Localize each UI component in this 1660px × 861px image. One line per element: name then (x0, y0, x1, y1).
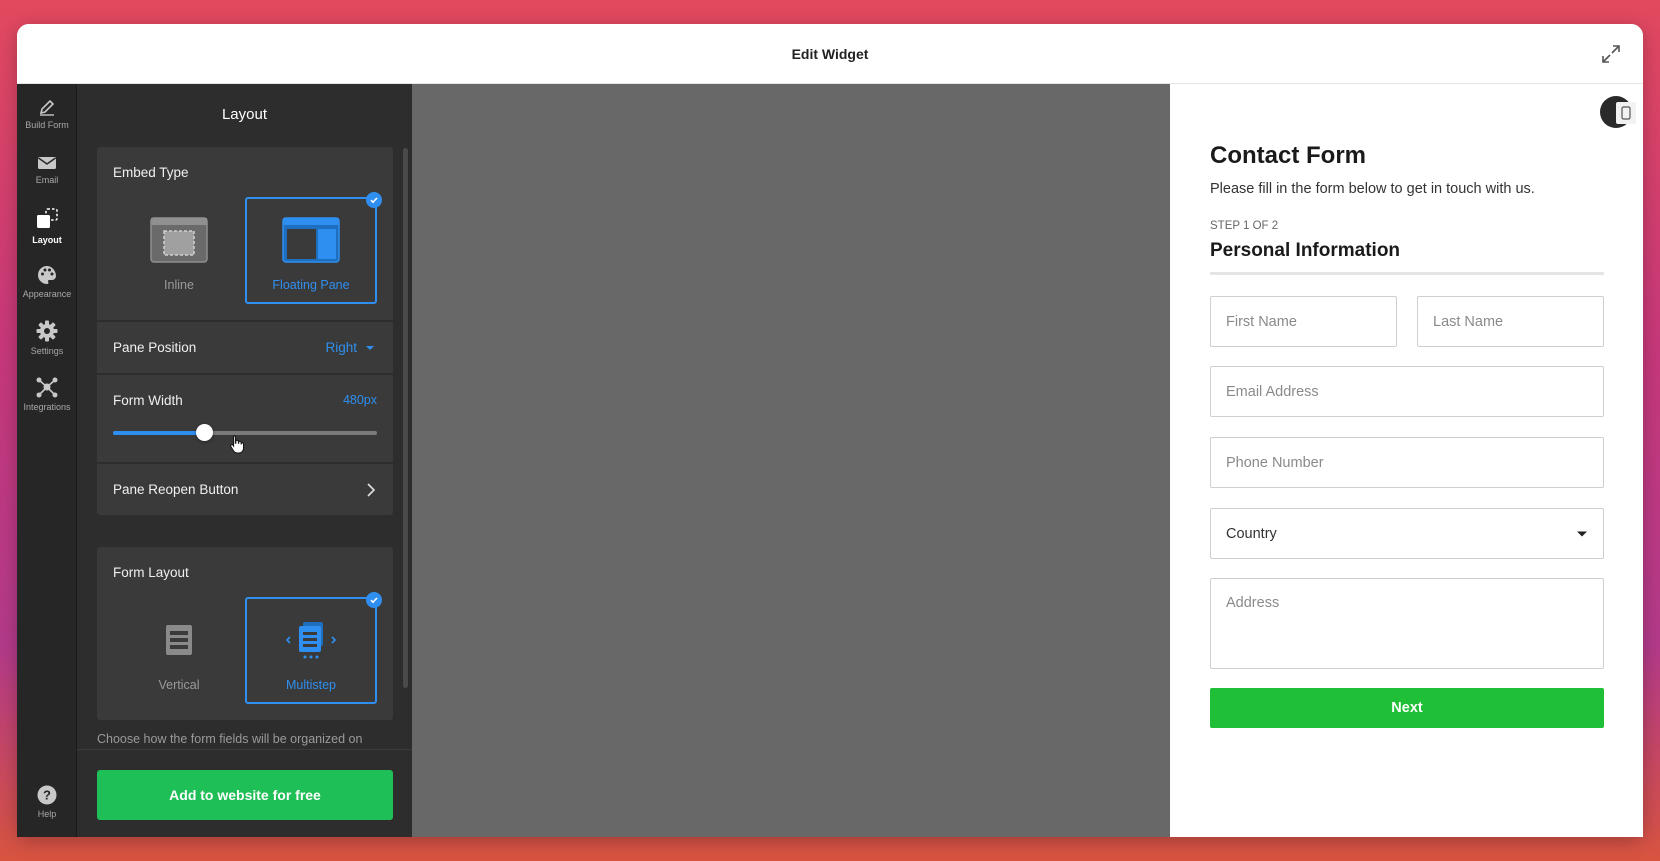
layout-option-multistep[interactable]: Multistep (245, 592, 382, 704)
pane-reopen-label: Pane Reopen Button (113, 482, 239, 497)
sidebar-item-label: Build Form (25, 120, 69, 130)
option-label: Multistep (285, 678, 337, 692)
expand-icon[interactable] (1599, 42, 1623, 66)
layout-icon (37, 208, 58, 228)
form-width-label: Form Width (113, 393, 183, 408)
integrations-icon (36, 377, 58, 398)
email-input[interactable] (1210, 366, 1604, 417)
window-title: Edit Widget (791, 45, 869, 62)
option-label: Inline (164, 278, 194, 292)
last-name-input[interactable] (1417, 296, 1604, 347)
add-to-website-button[interactable]: Add to website for free (97, 770, 393, 820)
step-indicator: STEP 1 OF 2 (1210, 220, 1279, 232)
sidebar-item-label: Appearance (22, 289, 72, 299)
form-width-row: Form Width 480px (97, 374, 393, 462)
caret-down-icon (1577, 531, 1587, 536)
slider-fill (113, 431, 204, 435)
embed-type-card: Embed Type Inline Floating Pane Pane Pos… (97, 147, 393, 515)
pane-reopen-row[interactable]: Pane Reopen Button (97, 463, 393, 515)
sidebar-item-integrations[interactable]: Integrations (17, 366, 77, 422)
title-bar: Edit Widget (17, 24, 1643, 84)
pencil-icon (39, 99, 55, 116)
panel-footer: Add to website for free (77, 749, 412, 837)
caret-down-icon (366, 345, 374, 350)
help-icon: ? (37, 785, 57, 805)
step-progress-bar (1210, 272, 1604, 275)
sidebar-item-build-form[interactable]: Build Form (17, 86, 77, 142)
sidebar-item-label: Integrations (23, 402, 71, 412)
pane-position-row[interactable]: Pane Position Right (97, 321, 393, 373)
sidebar-rail: Build Form Email Layout Appearance Setti… (17, 84, 77, 837)
sidebar-item-label: Email (35, 175, 59, 185)
pane-position-value: Right (325, 340, 357, 355)
sidebar-item-settings[interactable]: Settings (17, 310, 77, 366)
svg-text:?: ? (43, 788, 51, 803)
country-select[interactable]: Country (1210, 508, 1604, 559)
panel-scrollbar[interactable] (403, 148, 408, 688)
form-width-value: 480px (342, 393, 377, 407)
sidebar-item-appearance[interactable]: Appearance (17, 254, 77, 310)
selected-check-icon (366, 592, 382, 608)
form-layout-hint: Choose how the form fields will be organ… (97, 732, 363, 746)
mobile-device-icon (1616, 102, 1636, 124)
slider-thumb[interactable] (196, 424, 213, 441)
form-layout-card: Form Layout Vertical Multistep (97, 547, 393, 720)
palette-icon (38, 266, 56, 284)
floating-pane-icon (282, 217, 340, 263)
layout-panel: Layout Embed Type Inline Floating Pane P… (77, 84, 412, 837)
sidebar-item-label: Layout (32, 235, 62, 245)
layout-option-vertical[interactable]: Vertical (113, 597, 245, 704)
hand-cursor-icon (230, 435, 244, 454)
option-label: Vertical (158, 678, 200, 692)
pane-position-label: Pane Position (113, 340, 197, 355)
embed-option-floating-pane[interactable]: Floating Pane (245, 192, 382, 304)
sidebar-item-email[interactable]: Email (17, 142, 77, 198)
inline-embed-icon (150, 217, 208, 263)
sidebar-item-label: Settings (30, 346, 64, 356)
selected-check-icon (366, 192, 382, 208)
multistep-layout-icon (285, 622, 337, 659)
address-textarea[interactable] (1210, 578, 1604, 669)
preview-backdrop (412, 84, 1170, 837)
pane-position-select[interactable]: Right (325, 340, 377, 355)
form-title: Contact Form (1210, 142, 1366, 169)
chevron-right-icon (367, 482, 376, 497)
next-button[interactable]: Next (1210, 688, 1604, 728)
form-layout-label: Form Layout (113, 565, 189, 580)
section-title: Personal Information (1210, 240, 1401, 261)
phone-input[interactable] (1210, 437, 1604, 488)
sidebar-item-help[interactable]: ? Help (17, 774, 77, 830)
embed-option-inline[interactable]: Inline (113, 197, 245, 304)
form-subtitle: Please fill in the form below to get in … (1210, 181, 1535, 197)
first-name-input[interactable] (1210, 296, 1397, 347)
form-width-slider[interactable] (113, 424, 377, 441)
envelope-icon (38, 157, 56, 169)
sidebar-item-layout[interactable]: Layout (17, 198, 77, 254)
panel-title: Layout (221, 106, 268, 123)
sidebar-item-label: Help (37, 809, 57, 819)
option-label: Floating Pane (272, 278, 350, 292)
gear-icon (36, 320, 58, 342)
embed-type-label: Embed Type (113, 165, 189, 180)
country-select-value: Country (1226, 525, 1277, 542)
device-toggle-button[interactable] (1600, 96, 1636, 128)
embed-type-section: Embed Type Inline Floating Pane (97, 147, 393, 320)
vertical-layout-icon (166, 625, 192, 655)
